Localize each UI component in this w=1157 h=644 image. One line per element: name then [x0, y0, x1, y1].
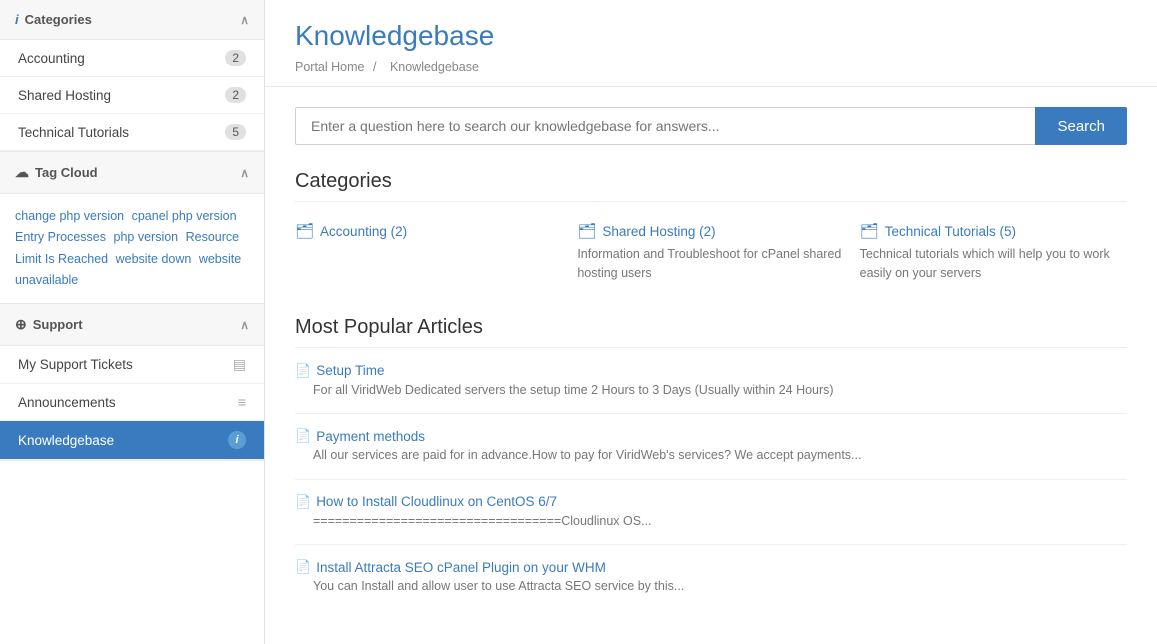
category-card-technical-tutorials: 🗂 Technical Tutorials (5) Technical tuto… [860, 217, 1127, 288]
sidebar: i Categories ∧ Accounting 2 Shared Hosti… [0, 0, 265, 644]
tagcloud-header-left: ☁ Tag Cloud [15, 164, 98, 181]
category-technical-tutorials-desc: Technical tutorials which will help you … [860, 245, 1127, 283]
sidebar-nav-knowledgebase[interactable]: Knowledgebase i [0, 421, 264, 460]
sidebar-nav-my-support-tickets[interactable]: My Support Tickets ▤ [0, 346, 264, 384]
tag-entry-processes[interactable]: Entry Processes [15, 230, 106, 244]
sidebar-nav-announcements[interactable]: Announcements ≡ [0, 384, 264, 421]
article-icon-0: 📄 [295, 363, 311, 379]
article-item-1: 📄 Payment methods All our services are p… [295, 428, 1127, 480]
search-input[interactable] [295, 107, 1035, 145]
sidebar-item-technical-tutorials-badge: 5 [225, 124, 246, 140]
category-shared-hosting-label: Shared Hosting (2) [602, 224, 715, 239]
categories-section-title: Categories [295, 170, 1127, 202]
tickets-icon: ▤ [233, 356, 246, 373]
tagcloud-content: change php version cpanel php version En… [0, 194, 264, 303]
category-shared-hosting-title[interactable]: 🗂 Shared Hosting (2) [577, 222, 844, 240]
search-bar: Search [295, 107, 1127, 145]
announcements-label: Announcements [18, 395, 116, 410]
support-nav-list: My Support Tickets ▤ Announcements ≡ Kno… [0, 346, 264, 460]
sidebar-item-technical-tutorials[interactable]: Technical Tutorials 5 [0, 114, 264, 151]
article-item-0: 📄 Setup Time For all ViridWeb Dedicated … [295, 363, 1127, 415]
cloud-icon: ☁ [15, 164, 29, 181]
tagcloud-header[interactable]: ☁ Tag Cloud ∧ [0, 152, 264, 194]
categories-header-label: Categories [25, 12, 92, 27]
articles-list: 📄 Setup Time For all ViridWeb Dedicated … [295, 363, 1127, 610]
breadcrumb: Portal Home / Knowledgebase [295, 60, 1127, 74]
support-header[interactable]: ⊕ Support ∧ [0, 304, 264, 346]
article-desc-3: You can Install and allow user to use At… [313, 578, 1127, 596]
article-title-label-1: Payment methods [316, 429, 425, 444]
category-accounting-title[interactable]: 🗂 Accounting (2) [295, 222, 562, 240]
support-icon: ⊕ [15, 316, 27, 333]
article-desc-0: For all ViridWeb Dedicated servers the s… [313, 382, 1127, 400]
article-icon-3: 📄 [295, 559, 311, 575]
breadcrumb-current: Knowledgebase [390, 60, 479, 74]
article-title-2[interactable]: 📄 How to Install Cloudlinux on CentOS 6/… [295, 494, 1127, 510]
categories-header[interactable]: i Categories ∧ [0, 0, 264, 40]
sidebar-support-section: ⊕ Support ∧ My Support Tickets ▤ Announc… [0, 304, 264, 461]
category-card-accounting: 🗂 Accounting (2) [295, 217, 562, 288]
tag-change-php-version[interactable]: change php version [15, 209, 124, 223]
article-desc-1: All our services are paid for in advance… [313, 447, 1127, 465]
categories-chevron-icon: ∧ [240, 13, 249, 27]
folder-icon-shared-hosting: 🗂 [577, 222, 596, 240]
article-title-label-0: Setup Time [316, 363, 384, 378]
page-title: Knowledgebase [295, 20, 1127, 52]
tag-website-down[interactable]: website down [116, 252, 192, 266]
category-card-shared-hosting: 🗂 Shared Hosting (2) Information and Tro… [577, 217, 844, 288]
support-chevron-icon: ∧ [240, 318, 249, 332]
folder-icon-technical-tutorials: 🗂 [860, 222, 879, 240]
popular-articles-section: Most Popular Articles 📄 Setup Time For a… [295, 316, 1127, 610]
sidebar-item-shared-hosting-label: Shared Hosting [18, 88, 111, 103]
my-support-tickets-label: My Support Tickets [18, 357, 133, 372]
breadcrumb-separator: / [373, 60, 376, 74]
article-icon-2: 📄 [295, 494, 311, 510]
article-desc-2: ==================================Cloudl… [313, 513, 1127, 531]
categories-list: Accounting 2 Shared Hosting 2 Technical … [0, 40, 264, 151]
sidebar-item-shared-hosting-badge: 2 [225, 87, 246, 103]
support-header-label: Support [33, 317, 83, 332]
main-body: Search Categories 🗂 Accounting (2) 🗂 Sha… [265, 87, 1157, 644]
category-accounting-label: Accounting (2) [320, 224, 407, 239]
category-technical-tutorials-label: Technical Tutorials (5) [885, 224, 1016, 239]
tagcloud-header-label: Tag Cloud [35, 165, 98, 180]
categories-grid: 🗂 Accounting (2) 🗂 Shared Hosting (2) In… [295, 217, 1127, 288]
categories-header-left: i Categories [15, 12, 92, 27]
article-title-label-2: How to Install Cloudlinux on CentOS 6/7 [316, 494, 557, 509]
sidebar-item-technical-tutorials-label: Technical Tutorials [18, 125, 129, 140]
article-item-3: 📄 Install Attracta SEO cPanel Plugin on … [295, 559, 1127, 610]
category-technical-tutorials-title[interactable]: 🗂 Technical Tutorials (5) [860, 222, 1127, 240]
sidebar-categories-section: i Categories ∧ Accounting 2 Shared Hosti… [0, 0, 264, 152]
tag-php-version[interactable]: php version [114, 230, 179, 244]
main-content: Knowledgebase Portal Home / Knowledgebas… [265, 0, 1157, 644]
info-icon: i [15, 12, 19, 27]
tag-cpanel-php-version[interactable]: cpanel php version [132, 209, 237, 223]
support-header-left: ⊕ Support [15, 316, 83, 333]
category-shared-hosting-desc: Information and Troubleshoot for cPanel … [577, 245, 844, 283]
announcements-icon: ≡ [238, 394, 246, 410]
main-header: Knowledgebase Portal Home / Knowledgebas… [265, 0, 1157, 87]
sidebar-item-accounting-label: Accounting [18, 51, 85, 66]
search-button[interactable]: Search [1035, 107, 1127, 145]
knowledgebase-label: Knowledgebase [18, 433, 114, 448]
breadcrumb-home[interactable]: Portal Home [295, 60, 364, 74]
article-title-label-3: Install Attracta SEO cPanel Plugin on yo… [316, 560, 606, 575]
article-title-1[interactable]: 📄 Payment methods [295, 428, 1127, 444]
article-title-3[interactable]: 📄 Install Attracta SEO cPanel Plugin on … [295, 559, 1127, 575]
article-item-2: 📄 How to Install Cloudlinux on CentOS 6/… [295, 494, 1127, 546]
sidebar-tagcloud-section: ☁ Tag Cloud ∧ change php version cpanel … [0, 152, 264, 304]
article-icon-1: 📄 [295, 428, 311, 444]
knowledgebase-icon: i [228, 431, 246, 449]
sidebar-item-shared-hosting[interactable]: Shared Hosting 2 [0, 77, 264, 114]
tagcloud-chevron-icon: ∧ [240, 166, 249, 180]
sidebar-item-accounting-badge: 2 [225, 50, 246, 66]
folder-icon-accounting: 🗂 [295, 222, 314, 240]
popular-articles-title: Most Popular Articles [295, 316, 1127, 348]
article-title-0[interactable]: 📄 Setup Time [295, 363, 1127, 379]
categories-section: Categories 🗂 Accounting (2) 🗂 Shared Hos… [295, 170, 1127, 288]
sidebar-item-accounting[interactable]: Accounting 2 [0, 40, 264, 77]
